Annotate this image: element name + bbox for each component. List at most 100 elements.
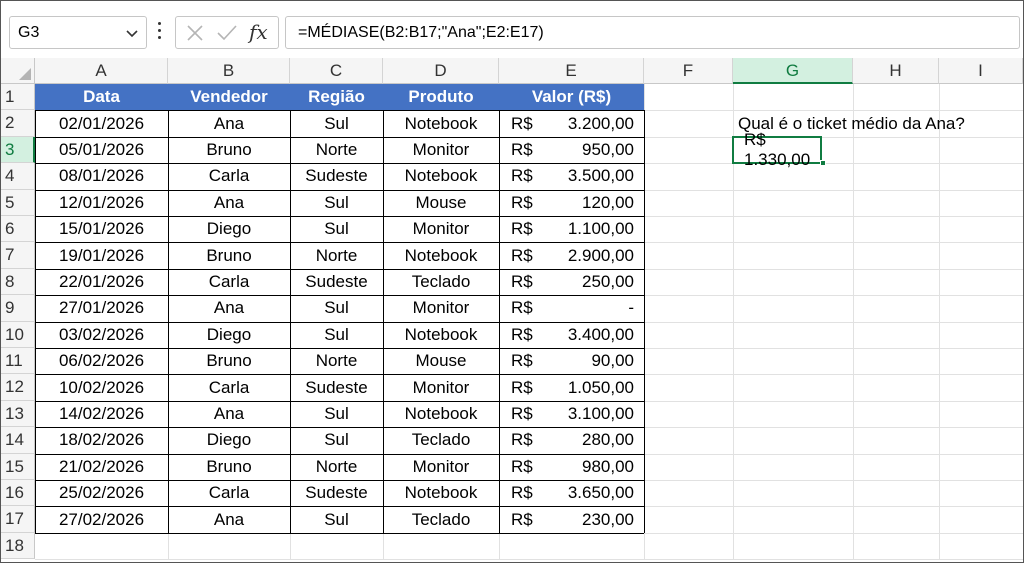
value-cell[interactable]: 980,00 bbox=[499, 454, 644, 480]
table-cell[interactable]: Monitor bbox=[383, 295, 499, 321]
column-header-e[interactable]: E bbox=[499, 58, 644, 84]
table-cell[interactable]: 21/02/2026 bbox=[35, 454, 168, 480]
table-cell[interactable]: Teclado bbox=[383, 506, 499, 532]
table-cell[interactable]: 12/01/2026 bbox=[35, 190, 168, 216]
value-cell[interactable]: 3.200,00 bbox=[499, 110, 644, 136]
row-header-10[interactable]: 10 bbox=[1, 321, 35, 348]
selected-cell-g3[interactable]: R$ 1.330,00 bbox=[732, 130, 822, 169]
value-cell[interactable]: 2.900,00 bbox=[499, 242, 644, 268]
table-cell[interactable]: Notebook bbox=[383, 480, 499, 506]
worksheet-grid[interactable]: A B C D E F G H I 1 2 3 4 5 6 7 8 9 10 11 12 13 14 15 16 17 18 Data… bbox=[1, 58, 1023, 562]
table-cell[interactable]: Norte bbox=[290, 242, 383, 268]
table-cell[interactable]: 08/01/2026 bbox=[35, 163, 168, 189]
check-icon[interactable] bbox=[216, 24, 238, 42]
row-header-6[interactable]: 6 bbox=[1, 216, 35, 243]
table-cell[interactable]: Carla bbox=[168, 374, 290, 400]
value-cell[interactable]: 3.400,00 bbox=[499, 322, 644, 348]
table-cell[interactable]: Bruno bbox=[168, 242, 290, 268]
row-header-5[interactable]: 5 bbox=[1, 189, 35, 216]
value-cell[interactable]: 250,00 bbox=[499, 269, 644, 295]
table-cell[interactable]: Ana bbox=[168, 506, 290, 532]
table-cell[interactable]: Diego bbox=[168, 427, 290, 453]
column-header-g[interactable]: G bbox=[733, 58, 853, 84]
table-header-cell[interactable]: Vendedor bbox=[168, 84, 290, 111]
row-header-17[interactable]: 17 bbox=[1, 506, 35, 533]
value-cell[interactable]: 1.050,00 bbox=[499, 374, 644, 400]
table-cell[interactable]: Mouse bbox=[383, 190, 499, 216]
table-cell[interactable]: Sul bbox=[290, 190, 383, 216]
row-header-11[interactable]: 11 bbox=[1, 348, 35, 375]
table-header-cell[interactable]: Produto bbox=[383, 84, 499, 111]
value-cell[interactable]: 3.100,00 bbox=[499, 401, 644, 427]
table-cell[interactable]: Ana bbox=[168, 295, 290, 321]
table-cell[interactable]: 05/01/2026 bbox=[35, 137, 168, 163]
table-cell[interactable]: Notebook bbox=[383, 242, 499, 268]
value-cell[interactable]: - bbox=[499, 295, 644, 321]
table-header-cell[interactable]: Valor (R$) bbox=[499, 84, 644, 111]
column-header-f[interactable]: F bbox=[644, 58, 733, 84]
name-box[interactable]: G3 bbox=[9, 16, 147, 49]
table-cell[interactable]: 22/01/2026 bbox=[35, 269, 168, 295]
table-cell[interactable]: Notebook bbox=[383, 163, 499, 189]
chevron-down-icon[interactable] bbox=[126, 27, 138, 39]
formula-input[interactable]: =MÉDIASE(B2:B17;"Ana";E2:E17) bbox=[285, 16, 1020, 49]
table-cell[interactable]: 15/01/2026 bbox=[35, 216, 168, 242]
table-cell[interactable]: Diego bbox=[168, 322, 290, 348]
table-cell[interactable]: Mouse bbox=[383, 348, 499, 374]
table-cell[interactable]: Carla bbox=[168, 480, 290, 506]
table-cell[interactable]: 14/02/2026 bbox=[35, 401, 168, 427]
table-cell[interactable]: 19/01/2026 bbox=[35, 242, 168, 268]
table-cell[interactable]: Carla bbox=[168, 269, 290, 295]
table-cell[interactable]: Monitor bbox=[383, 374, 499, 400]
table-cell[interactable]: Bruno bbox=[168, 454, 290, 480]
table-cell[interactable]: Bruno bbox=[168, 348, 290, 374]
table-cell[interactable]: Monitor bbox=[383, 216, 499, 242]
table-cell[interactable]: Ana bbox=[168, 401, 290, 427]
cancel-icon[interactable] bbox=[186, 24, 204, 42]
column-header-d[interactable]: D bbox=[383, 58, 499, 84]
table-cell[interactable]: Teclado bbox=[383, 269, 499, 295]
value-cell[interactable]: 280,00 bbox=[499, 427, 644, 453]
row-header-13[interactable]: 13 bbox=[1, 400, 35, 428]
table-cell[interactable]: Ana bbox=[168, 190, 290, 216]
row-header-9[interactable]: 9 bbox=[1, 295, 35, 322]
table-cell[interactable]: Teclado bbox=[383, 427, 499, 453]
table-cell[interactable]: 25/02/2026 bbox=[35, 480, 168, 506]
row-header-7[interactable]: 7 bbox=[1, 242, 35, 269]
table-cell[interactable]: 27/01/2026 bbox=[35, 295, 168, 321]
table-cell[interactable]: Sudeste bbox=[290, 163, 383, 189]
row-header-3[interactable]: 3 bbox=[1, 136, 35, 164]
row-header-14[interactable]: 14 bbox=[1, 427, 35, 454]
table-cell[interactable]: Notebook bbox=[383, 322, 499, 348]
table-cell[interactable]: Sul bbox=[290, 401, 383, 427]
row-header-2[interactable]: 2 bbox=[1, 110, 35, 137]
value-cell[interactable]: 120,00 bbox=[499, 190, 644, 216]
table-cell[interactable]: Sul bbox=[290, 322, 383, 348]
row-header-18[interactable]: 18 bbox=[1, 532, 35, 560]
table-cell[interactable]: 06/02/2026 bbox=[35, 348, 168, 374]
table-cell[interactable]: Notebook bbox=[383, 401, 499, 427]
value-cell[interactable]: 90,00 bbox=[499, 348, 644, 374]
table-cell[interactable]: Carla bbox=[168, 163, 290, 189]
table-cell[interactable]: Norte bbox=[290, 348, 383, 374]
select-all-button[interactable] bbox=[1, 58, 35, 84]
table-cell[interactable]: Norte bbox=[290, 454, 383, 480]
table-cell[interactable]: Bruno bbox=[168, 137, 290, 163]
row-header-12[interactable]: 12 bbox=[1, 374, 35, 401]
table-cell[interactable]: Sudeste bbox=[290, 374, 383, 400]
table-cell[interactable]: Monitor bbox=[383, 454, 499, 480]
table-cell[interactable]: Ana bbox=[168, 110, 290, 136]
value-cell[interactable]: 3.650,00 bbox=[499, 480, 644, 506]
row-header-8[interactable]: 8 bbox=[1, 268, 35, 296]
table-cell[interactable]: Monitor bbox=[383, 137, 499, 163]
row-header-15[interactable]: 15 bbox=[1, 453, 35, 480]
table-cell[interactable]: Notebook bbox=[383, 110, 499, 136]
value-cell[interactable]: 950,00 bbox=[499, 137, 644, 163]
table-cell[interactable]: Sudeste bbox=[290, 480, 383, 506]
table-cell[interactable]: 02/01/2026 bbox=[35, 110, 168, 136]
table-cell[interactable]: Sul bbox=[290, 427, 383, 453]
row-header-1[interactable]: 1 bbox=[1, 84, 35, 111]
fill-handle[interactable] bbox=[820, 160, 826, 167]
table-header-cell[interactable]: Data bbox=[35, 84, 168, 111]
value-cell[interactable]: 1.100,00 bbox=[499, 216, 644, 242]
